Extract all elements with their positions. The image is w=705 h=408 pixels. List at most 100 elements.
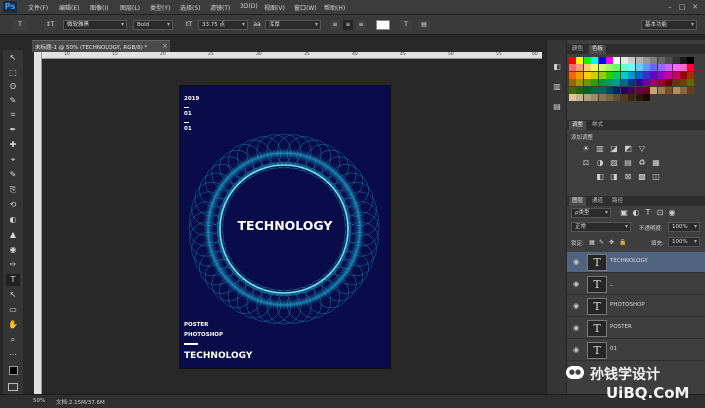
- quick-select-tool-icon[interactable]: ✎: [6, 95, 20, 107]
- font-family-select[interactable]: 微软雅黑: [63, 20, 127, 30]
- warp-text-icon[interactable]: T: [400, 20, 412, 30]
- color-swatch[interactable]: [576, 94, 584, 101]
- color-swatch[interactable]: [569, 64, 576, 72]
- layer-row[interactable]: ◉ T POSTER: [567, 318, 705, 339]
- color-swatch[interactable]: [680, 64, 687, 72]
- color-swatch[interactable]: [583, 79, 591, 87]
- color-swatch[interactable]: [583, 71, 591, 79]
- zoom-level[interactable]: 50%: [33, 398, 45, 404]
- layer-row[interactable]: ◉ T TECHNOLOGY: [567, 252, 705, 273]
- menu-edit[interactable]: 编辑(E): [59, 3, 79, 12]
- posterize-icon[interactable]: ◨: [609, 172, 619, 182]
- type-tool-icon[interactable]: T: [6, 274, 20, 286]
- layer-filter-select[interactable]: ρ类型: [571, 208, 611, 218]
- color-swatch[interactable]: [672, 64, 680, 72]
- shape-tool-icon[interactable]: ▭: [6, 304, 20, 316]
- color-swatch[interactable]: [613, 94, 621, 101]
- color-swatch[interactable]: [680, 57, 687, 64]
- color-swatch[interactable]: [680, 71, 687, 79]
- color-swatch[interactable]: [620, 71, 628, 79]
- character-panel-icon[interactable]: ▤: [552, 102, 562, 112]
- history-brush-tool-icon[interactable]: ⎘: [6, 184, 20, 196]
- color-swatch[interactable]: [657, 57, 665, 64]
- align-left-button[interactable]: ≡: [330, 20, 340, 30]
- color-swatch[interactable]: [657, 71, 665, 79]
- menu-file[interactable]: 文件(F): [28, 3, 48, 12]
- vibrance-icon[interactable]: ▽: [637, 144, 647, 154]
- color-swatch[interactable]: [583, 57, 591, 64]
- invert-icon[interactable]: ◧: [595, 172, 605, 182]
- color-swatch[interactable]: [687, 71, 695, 79]
- properties-panel-icon[interactable]: ▥: [552, 82, 562, 92]
- color-swatch[interactable]: [665, 64, 673, 72]
- tab-color[interactable]: 颜色: [569, 45, 586, 54]
- color-swatch[interactable]: [583, 64, 591, 72]
- color-swatch[interactable]: [650, 57, 658, 64]
- color-swatch[interactable]: [576, 79, 584, 87]
- dodge-tool-icon[interactable]: ◉: [6, 244, 20, 256]
- tab-channels[interactable]: 通道: [589, 197, 606, 206]
- menu-select[interactable]: 选择(S): [180, 3, 201, 12]
- color-swatch[interactable]: [606, 64, 613, 72]
- color-swatch[interactable]: [591, 79, 599, 87]
- color-swatch[interactable]: [687, 57, 695, 64]
- tab-styles[interactable]: 样式: [589, 121, 606, 130]
- blend-mode-select[interactable]: 正常: [571, 222, 631, 232]
- color-swatch[interactable]: [583, 94, 591, 101]
- color-balance-icon[interactable]: ⚖: [581, 158, 591, 168]
- layer-row[interactable]: ◉ T 01: [567, 340, 705, 361]
- color-swatch[interactable]: [665, 57, 673, 64]
- color-swatch[interactable]: [591, 64, 599, 72]
- color-swatch[interactable]: [650, 79, 658, 87]
- color-swatch[interactable]: [628, 71, 636, 79]
- quick-mask-icon[interactable]: [8, 383, 18, 391]
- color-swatch[interactable]: [569, 71, 576, 79]
- color-swatch[interactable]: [643, 64, 650, 72]
- color-swatch[interactable]: [650, 71, 658, 79]
- stamp-tool-icon[interactable]: ✎: [6, 169, 20, 181]
- color-swatch[interactable]: [620, 94, 628, 101]
- menu-filter[interactable]: 滤镜(T): [210, 3, 230, 12]
- move-tool-icon[interactable]: ↖: [6, 52, 20, 64]
- color-swatch[interactable]: [576, 86, 584, 94]
- color-swatch[interactable]: [569, 79, 576, 87]
- color-swatch[interactable]: [613, 86, 621, 94]
- eyedropper-tool-icon[interactable]: ✒: [6, 124, 20, 136]
- color-swatch[interactable]: [687, 64, 695, 72]
- color-swatch[interactable]: [598, 71, 606, 79]
- color-lookup-icon[interactable]: ♻: [637, 158, 647, 168]
- menu-layer[interactable]: 图层(L): [120, 3, 140, 12]
- more-tools-icon[interactable]: ⋯: [6, 349, 20, 361]
- opacity-field[interactable]: 100%: [668, 222, 700, 232]
- menu-type[interactable]: 类型(Y): [150, 3, 170, 12]
- brush-tool-icon[interactable]: ⌖: [6, 154, 20, 166]
- color-swatch[interactable]: [672, 71, 680, 79]
- brightness-icon[interactable]: ☀: [581, 144, 591, 154]
- color-swatch[interactable]: [643, 79, 650, 87]
- tab-swatches[interactable]: 色板: [589, 45, 607, 54]
- eye-icon[interactable]: ◉: [571, 302, 581, 311]
- color-swatch[interactable]: [576, 64, 584, 72]
- color-swatch[interactable]: [672, 86, 680, 94]
- photo-filter-icon[interactable]: ▨: [609, 158, 619, 168]
- color-swatch[interactable]: [672, 79, 680, 87]
- color-swatch[interactable]: [620, 57, 628, 64]
- hue-saturation-icon[interactable]: ▦: [651, 158, 661, 168]
- color-swatch[interactable]: [569, 57, 576, 64]
- lock-position-icon[interactable]: ✥: [609, 239, 614, 246]
- color-swatch[interactable]: [643, 57, 650, 64]
- menu-help[interactable]: 帮助(H): [324, 3, 345, 12]
- menu-3d[interactable]: 3D(D): [240, 3, 258, 10]
- color-swatch[interactable]: [665, 71, 673, 79]
- color-swatch[interactable]: [628, 64, 636, 72]
- document-close-icon[interactable]: ×: [162, 42, 168, 50]
- eye-icon[interactable]: ◉: [571, 258, 581, 267]
- path-select-tool-icon[interactable]: ↖: [6, 289, 20, 301]
- curves-icon[interactable]: ◪: [609, 144, 619, 154]
- color-swatch[interactable]: [569, 86, 576, 94]
- minimize-icon[interactable]: –: [666, 3, 674, 11]
- color-swatch[interactable]: [613, 79, 621, 87]
- color-swatch[interactable]: [665, 86, 673, 94]
- black-white-icon[interactable]: ◑: [595, 158, 605, 168]
- layer-row[interactable]: ◉ T _: [567, 274, 705, 295]
